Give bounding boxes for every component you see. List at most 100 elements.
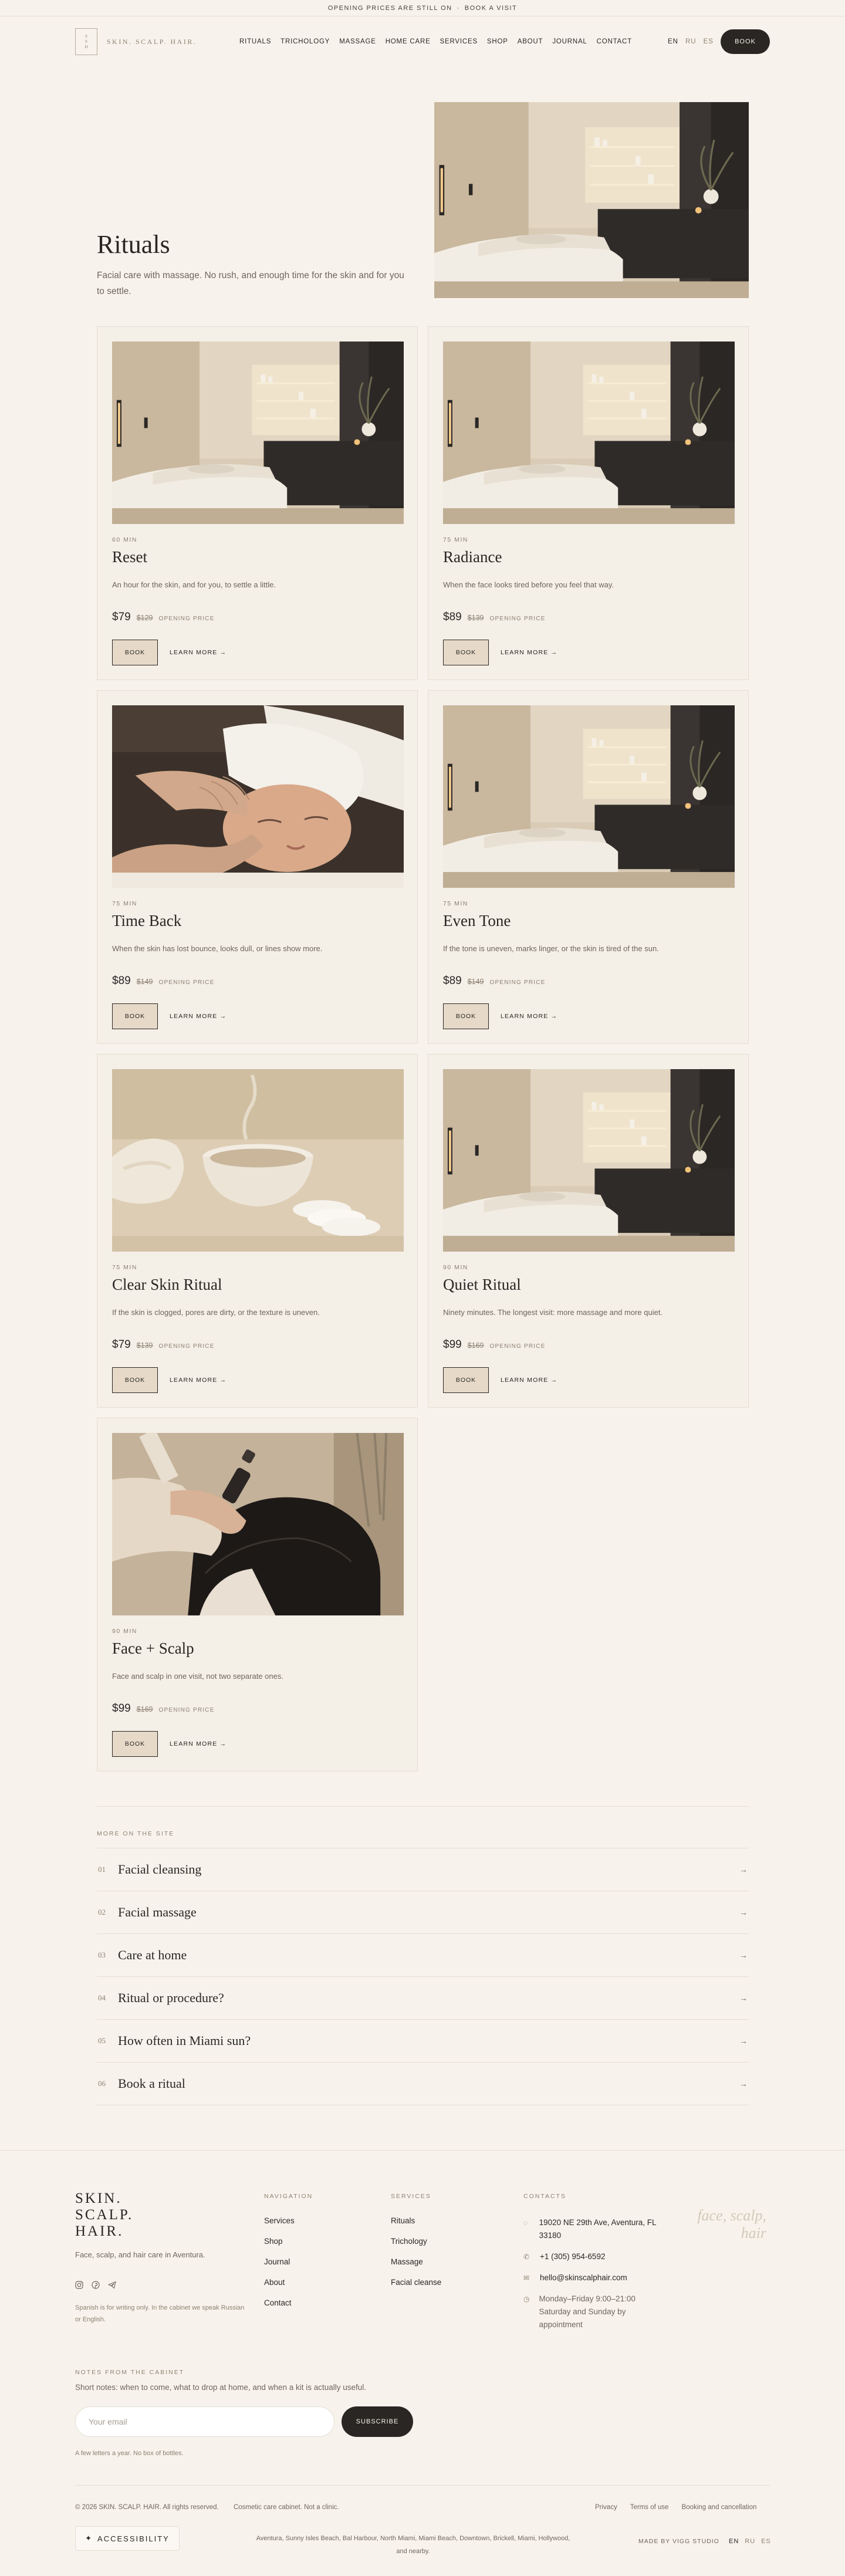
footer-email[interactable]: hello@skinscalphair.com [540, 2271, 627, 2284]
made-by[interactable]: MADE BY VIGG STUDIO [638, 2538, 719, 2545]
ritual-learn-more-link[interactable]: LEARN MORE → [170, 1740, 227, 1747]
nav-about[interactable]: ABOUT [518, 38, 543, 45]
newsletter-note: A few letters a year. No box of bottles. [75, 2450, 184, 2457]
more-link-how-often-in-miami-sun[interactable]: 05 How often in Miami sun? → [97, 2020, 749, 2063]
subscribe-button[interactable]: SUBSCRIBE [342, 2406, 413, 2437]
ritual-card-clear-skin-ritual[interactable]: 75 MIN Clear Skin Ritual If the skin is … [97, 1054, 418, 1408]
ritual-card-time-back[interactable]: 75 MIN Time Back When the skin has lost … [97, 690, 418, 1044]
footer-contacts: CONTACTS ◌ 19020 NE 29th Ave, Aventura, … [523, 2193, 664, 2340]
nav-rituals[interactable]: RITUALS [239, 38, 271, 45]
more-link-text: Facial massage [118, 1905, 197, 1919]
ritual-learn-more-link[interactable]: LEARN MORE → [170, 649, 227, 656]
footer-lang-ru[interactable]: RU [745, 2538, 755, 2545]
lang-es[interactable]: ES [704, 38, 714, 45]
ritual-book-button[interactable]: BOOK [112, 640, 158, 665]
ritual-title[interactable]: Radiance [443, 548, 502, 566]
ritual-learn-more-link[interactable]: LEARN MORE → [501, 649, 557, 656]
footer-nav-contact[interactable]: Contact [264, 2298, 313, 2307]
more-link-facial-cleansing[interactable]: 01 Facial cleansing → [97, 1848, 749, 1891]
nav-trichology[interactable]: TRICHOLOGY [280, 38, 330, 45]
footer-logo[interactable]: SKIN. SCALP. HAIR. [75, 2190, 133, 2240]
nav-shop[interactable]: SHOP [487, 38, 508, 45]
footer-service-massage[interactable]: Massage [391, 2257, 441, 2266]
ritual-title[interactable]: Quiet Ritual [443, 1276, 521, 1294]
hero-section: Rituals Facial care with massage. No rus… [0, 67, 845, 325]
ritual-book-button[interactable]: BOOK [443, 640, 489, 665]
ritual-card-radiance[interactable]: 75 MIN Radiance When the face looks tire… [428, 326, 749, 680]
lang-en[interactable]: EN [668, 38, 678, 45]
ritual-title[interactable]: Face + Scalp [112, 1639, 194, 1658]
announcement-link[interactable]: BOOK A VISIT [465, 5, 518, 12]
ritual-book-button[interactable]: BOOK [112, 1367, 158, 1393]
footer-service-rituals[interactable]: Rituals [391, 2216, 441, 2225]
ritual-old-price: $139 [136, 1341, 153, 1350]
footer-nav-services[interactable]: Services [264, 2216, 313, 2225]
ritual-title[interactable]: Time Back [112, 912, 181, 930]
footer-navigation: NAVIGATION Services Shop Journal About C… [264, 2193, 313, 2319]
header-book-button[interactable]: BOOK [721, 29, 770, 54]
ritual-image[interactable] [112, 1069, 404, 1252]
ritual-book-button[interactable]: BOOK [112, 1003, 158, 1029]
ritual-image[interactable] [112, 342, 404, 524]
ritual-learn-more-link[interactable]: LEARN MORE → [170, 1377, 227, 1384]
terms-link[interactable]: Terms of use [630, 2504, 669, 2511]
footer-phone[interactable]: +1 (305) 954-6592 [540, 2250, 605, 2263]
accessibility-button[interactable]: ✦ ACCESSIBILITY [75, 2526, 180, 2551]
ritual-title[interactable]: Reset [112, 548, 147, 566]
ritual-image[interactable] [443, 705, 735, 888]
ritual-learn-more-link[interactable]: LEARN MORE → [501, 1013, 557, 1020]
telegram-icon[interactable] [108, 2281, 116, 2289]
more-link-facial-massage[interactable]: 02 Facial massage → [97, 1891, 749, 1934]
nav-contact[interactable]: CONTACT [597, 38, 632, 45]
ritual-learn-more-link[interactable]: LEARN MORE → [170, 1013, 227, 1020]
newsletter-email-input[interactable] [75, 2406, 334, 2437]
ritual-card-reset[interactable]: 60 MIN Reset An hour for the skin, and f… [97, 326, 418, 680]
more-link-book-a-ritual[interactable]: 06 Book a ritual → [97, 2063, 749, 2105]
ritual-price: $79 [112, 611, 131, 623]
more-link-number: 06 [98, 2079, 106, 2088]
booking-cancellation-link[interactable]: Booking and cancellation [682, 2504, 757, 2511]
footer-nav-about[interactable]: About [264, 2278, 313, 2287]
footer-service-trichology[interactable]: Trichology [391, 2237, 441, 2246]
ritual-image[interactable] [112, 1433, 404, 1615]
ritual-card-face-scalp[interactable]: 90 MIN Face + Scalp Face and scalp in on… [97, 1418, 418, 1772]
ritual-image[interactable] [112, 705, 404, 888]
ritual-learn-more-link[interactable]: LEARN MORE → [501, 1377, 557, 1384]
more-link-care-at-home[interactable]: 03 Care at home → [97, 1934, 749, 1977]
ritual-image[interactable] [443, 342, 735, 524]
nav-massage[interactable]: MASSAGE [339, 38, 376, 45]
ritual-price-row: $89 $149 OPENING PRICE [443, 975, 546, 988]
footer-tagline: Face, scalp, and hair care in Aventura. [75, 2250, 205, 2259]
logo-mark[interactable]: S S H [75, 28, 97, 55]
more-link-number: 02 [98, 1908, 106, 1916]
ritual-image[interactable] [443, 1069, 735, 1252]
footer-nav-journal[interactable]: Journal [264, 2257, 313, 2266]
footer-lang-es[interactable]: ES [761, 2538, 771, 2545]
ritual-title[interactable]: Clear Skin Ritual [112, 1276, 222, 1294]
more-link-ritual-or-procedure[interactable]: 04 Ritual or procedure? → [97, 1977, 749, 2020]
ritual-card-even-tone[interactable]: 75 MIN Even Tone If the tone is uneven, … [428, 690, 749, 1044]
nav-services[interactable]: SERVICES [440, 38, 478, 45]
logo-text[interactable]: SKIN. SCALP. HAIR. [107, 38, 197, 46]
pinterest-icon[interactable] [92, 2281, 100, 2289]
ritual-book-button[interactable]: BOOK [443, 1367, 489, 1393]
privacy-link[interactable]: Privacy [595, 2504, 617, 2511]
nav-journal[interactable]: JOURNAL [552, 38, 587, 45]
ritual-title[interactable]: Even Tone [443, 912, 511, 930]
ritual-book-button[interactable]: BOOK [443, 1003, 489, 1029]
footer-nav-shop[interactable]: Shop [264, 2237, 313, 2246]
more-link-text: Book a ritual [118, 2076, 185, 2091]
footer-lang-en[interactable]: EN [729, 2538, 739, 2545]
logo-mark-letter: S [85, 33, 87, 39]
ritual-price: $89 [443, 611, 462, 623]
phone-icon: ✆ [523, 2253, 530, 2261]
footer-address[interactable]: 19020 NE 29th Ave, Aventura, FL 33180 [539, 2216, 664, 2242]
footer-service-facial-cleanse[interactable]: Facial cleanse [391, 2278, 441, 2287]
lang-ru[interactable]: RU [685, 38, 697, 45]
nav-home-care[interactable]: HOME CARE [386, 38, 431, 45]
ritual-book-button[interactable]: BOOK [112, 1731, 158, 1757]
ritual-card-quiet-ritual[interactable]: 90 MIN Quiet Ritual Ninety minutes. The … [428, 1054, 749, 1408]
ritual-price: $89 [443, 975, 462, 987]
instagram-icon[interactable] [75, 2281, 83, 2289]
ritual-description: If the tone is uneven, marks linger, or … [443, 944, 659, 953]
